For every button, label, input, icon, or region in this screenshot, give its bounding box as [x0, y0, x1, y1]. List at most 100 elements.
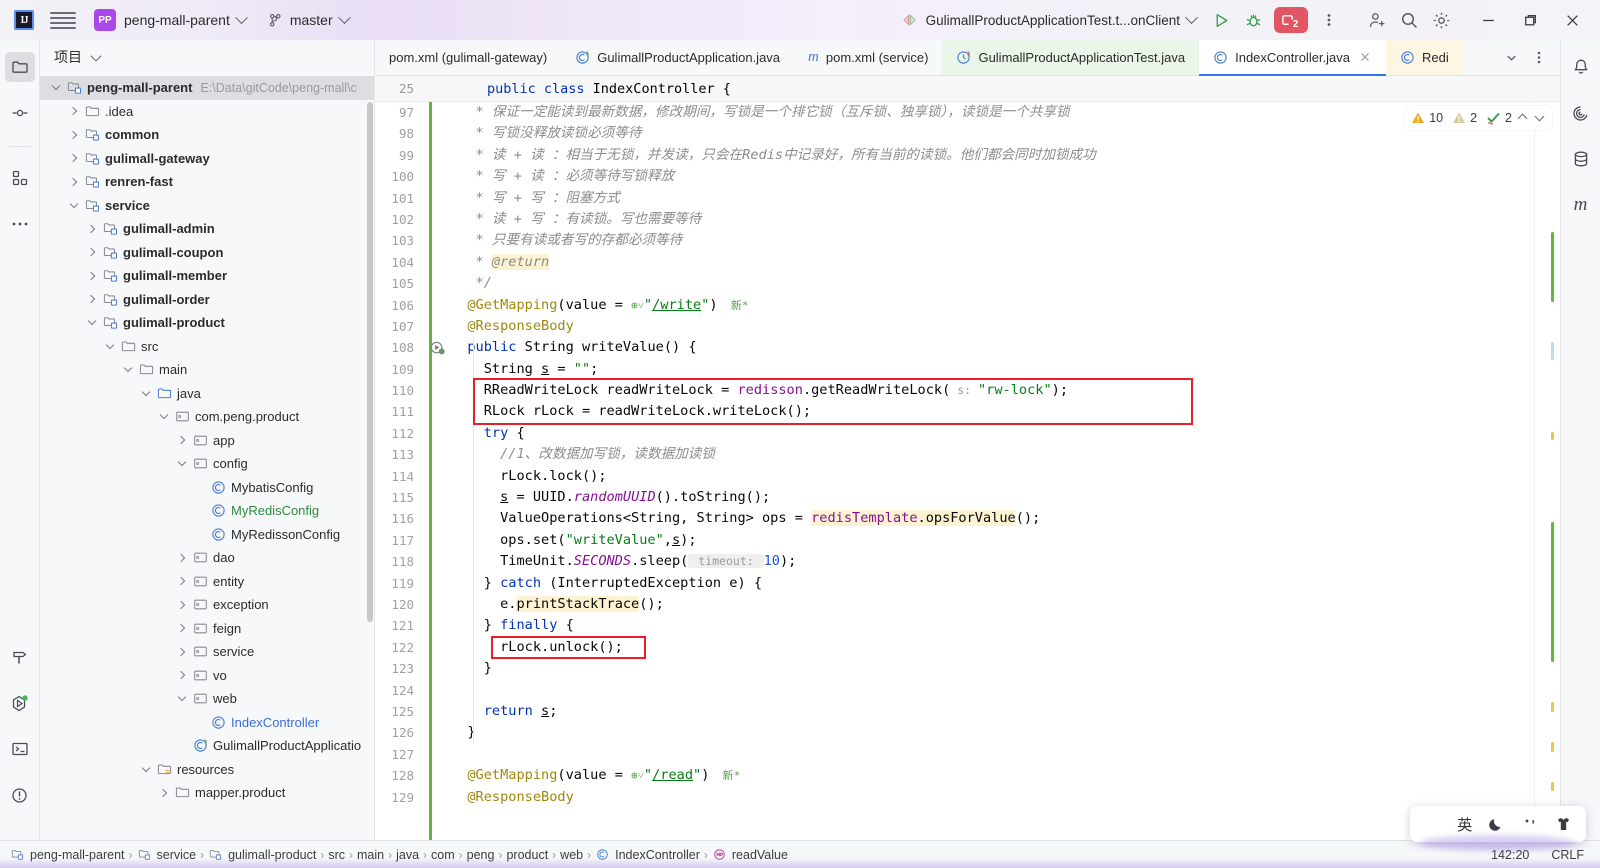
- settings-button[interactable]: [1426, 5, 1456, 35]
- project-badge[interactable]: PP: [94, 9, 116, 31]
- tree-item--idea[interactable]: .idea: [40, 100, 374, 124]
- inspection-prev-icon[interactable]: [1517, 113, 1528, 123]
- line-number[interactable]: 114: [375, 466, 425, 487]
- line-number[interactable]: 129: [375, 787, 425, 808]
- tree-item-peng-mall-parent[interactable]: peng-mall-parent E:\Data\gitCode\peng-mal…: [40, 76, 374, 100]
- tree-item-gulimall-order[interactable]: gulimall-order: [40, 288, 374, 312]
- tree-item-indexcontroller[interactable]: IndexController: [40, 711, 374, 735]
- tree-expand-arrow-icon[interactable]: [174, 458, 190, 467]
- tree-expand-arrow-icon[interactable]: [156, 788, 172, 797]
- tree-item-com-peng-product[interactable]: com.peng.product: [40, 405, 374, 429]
- moon-icon[interactable]: [1489, 816, 1505, 832]
- line-number[interactable]: 118: [375, 551, 425, 572]
- line-number[interactable]: 124: [375, 680, 425, 701]
- run-button[interactable]: [1206, 5, 1236, 35]
- tree-expand-arrow-icon[interactable]: [84, 248, 100, 257]
- breadcrumb-item[interactable]: com: [431, 848, 455, 862]
- line-number[interactable]: 121: [375, 615, 425, 636]
- tree-item-feign[interactable]: feign: [40, 617, 374, 641]
- ime-mode-toggle[interactable]: 英: [1457, 814, 1472, 835]
- tree-expand-arrow-icon[interactable]: [138, 763, 154, 772]
- line-number[interactable]: 123: [375, 658, 425, 679]
- ime-skin-icon[interactable]: [1555, 816, 1572, 832]
- breadcrumb-item[interactable]: src: [328, 848, 345, 862]
- line-number[interactable]: 111: [375, 401, 425, 422]
- code-text-area[interactable]: * 保证一定能读到最新数据，修改期间，写锁是一个排它锁（互斥锁、独享锁），读锁是…: [451, 102, 1534, 840]
- line-number[interactable]: 128: [375, 765, 425, 786]
- breadcrumb-item[interactable]: java: [396, 848, 419, 862]
- minimize-button[interactable]: [1470, 4, 1506, 36]
- run-configuration-selector[interactable]: GulimallProductApplicationTest.t...onCli…: [902, 10, 1198, 28]
- tree-expand-arrow-icon[interactable]: [84, 271, 100, 280]
- sidebar-item-services[interactable]: [5, 688, 35, 718]
- project-panel-header[interactable]: 项目: [40, 40, 374, 74]
- line-number[interactable]: 125: [375, 701, 425, 722]
- debug-session-badge[interactable]: 2: [1274, 7, 1308, 33]
- line-number[interactable]: 126: [375, 722, 425, 743]
- line-separator[interactable]: CRLF: [1551, 848, 1584, 862]
- line-number[interactable]: 100: [375, 166, 425, 187]
- tree-item-myredisconfig[interactable]: MyRedisConfig: [40, 499, 374, 523]
- tree-item-vo[interactable]: vo: [40, 664, 374, 688]
- tree-expand-arrow-icon[interactable]: [66, 107, 82, 116]
- breadcrumb-item[interactable]: IndexController: [595, 847, 700, 862]
- tree-expand-arrow-icon[interactable]: [174, 671, 190, 680]
- tree-item-app[interactable]: app: [40, 429, 374, 453]
- breadcrumb-item[interactable]: readValue: [712, 847, 788, 862]
- sidebar-item-database[interactable]: [1566, 144, 1596, 174]
- breadcrumb-item[interactable]: peng: [467, 848, 495, 862]
- line-number[interactable]: 101: [375, 188, 425, 209]
- tree-expand-arrow-icon[interactable]: [174, 577, 190, 586]
- tree-item-resources[interactable]: resources: [40, 758, 374, 782]
- sidebar-item-project[interactable]: [4, 52, 35, 82]
- breadcrumb-item[interactable]: gulimall-product: [208, 847, 316, 862]
- add-user-button[interactable]: [1362, 5, 1392, 35]
- line-number[interactable]: 115: [375, 487, 425, 508]
- sidebar-item-terminal[interactable]: [5, 734, 35, 764]
- tree-item-renren-fast[interactable]: renren-fast: [40, 170, 374, 194]
- line-number[interactable]: 107: [375, 316, 425, 337]
- tab-redi[interactable]: Redi: [1386, 40, 1463, 75]
- tab-pom-xml-service-[interactable]: m pom.xml (service): [794, 40, 942, 75]
- sidebar-item-build[interactable]: [5, 642, 35, 672]
- close-button[interactable]: [1554, 4, 1590, 36]
- breadcrumb-item[interactable]: main: [357, 848, 384, 862]
- tree-expand-arrow-icon[interactable]: [174, 436, 190, 445]
- tree-expand-arrow-icon[interactable]: [174, 693, 190, 702]
- sidebar-item-notifications[interactable]: [1566, 52, 1596, 82]
- tree-item-java[interactable]: java: [40, 382, 374, 406]
- code-editor[interactable]: 97 98 99 100 101 102 103 104 105 106 107 108 109 110 1…: [375, 102, 1560, 840]
- tree-item-gulimall-gateway[interactable]: gulimall-gateway: [40, 147, 374, 171]
- inspection-widget[interactable]: 10 2 2: [1405, 106, 1552, 130]
- hamburger-menu-icon[interactable]: [50, 7, 76, 33]
- tree-item-service[interactable]: service: [40, 194, 374, 218]
- line-number[interactable]: 120: [375, 594, 425, 615]
- tree-item-config[interactable]: config: [40, 452, 374, 476]
- tree-item-mapper-product[interactable]: mapper.product: [40, 781, 374, 805]
- tree-expand-arrow-icon[interactable]: [174, 553, 190, 562]
- tree-item-gulimall-member[interactable]: gulimall-member: [40, 264, 374, 288]
- sidebar-item-problems[interactable]: [5, 780, 35, 810]
- tree-item-common[interactable]: common: [40, 123, 374, 147]
- breadcrumb-item[interactable]: service: [137, 847, 196, 862]
- tab-list-button[interactable]: [1498, 45, 1524, 71]
- line-number[interactable]: 105: [375, 273, 425, 294]
- line-number[interactable]: 122: [375, 637, 425, 658]
- breadcrumb-item[interactable]: peng-mall-parent: [10, 847, 125, 862]
- line-number[interactable]: 99: [375, 145, 425, 166]
- sidebar-item-maven[interactable]: [1566, 98, 1596, 128]
- tree-item-gulimall-product[interactable]: gulimall-product: [40, 311, 374, 335]
- tree-item-web[interactable]: web: [40, 687, 374, 711]
- tree-expand-arrow-icon[interactable]: [66, 177, 82, 186]
- tree-expand-arrow-icon[interactable]: [48, 82, 64, 91]
- sidebar-item-more[interactable]: [5, 209, 35, 239]
- tree-expand-arrow-icon[interactable]: [156, 411, 172, 420]
- debug-button[interactable]: [1238, 5, 1268, 35]
- line-number[interactable]: 104: [375, 252, 425, 273]
- editor-gutter[interactable]: 97 98 99 100 101 102 103 104 105 106 107 108 109 110 1…: [375, 102, 425, 840]
- line-number[interactable]: 102: [375, 209, 425, 230]
- tree-expand-arrow-icon[interactable]: [174, 600, 190, 609]
- line-number[interactable]: 112: [375, 423, 425, 444]
- search-button[interactable]: [1394, 5, 1424, 35]
- tab-close-icon[interactable]: [1359, 51, 1372, 64]
